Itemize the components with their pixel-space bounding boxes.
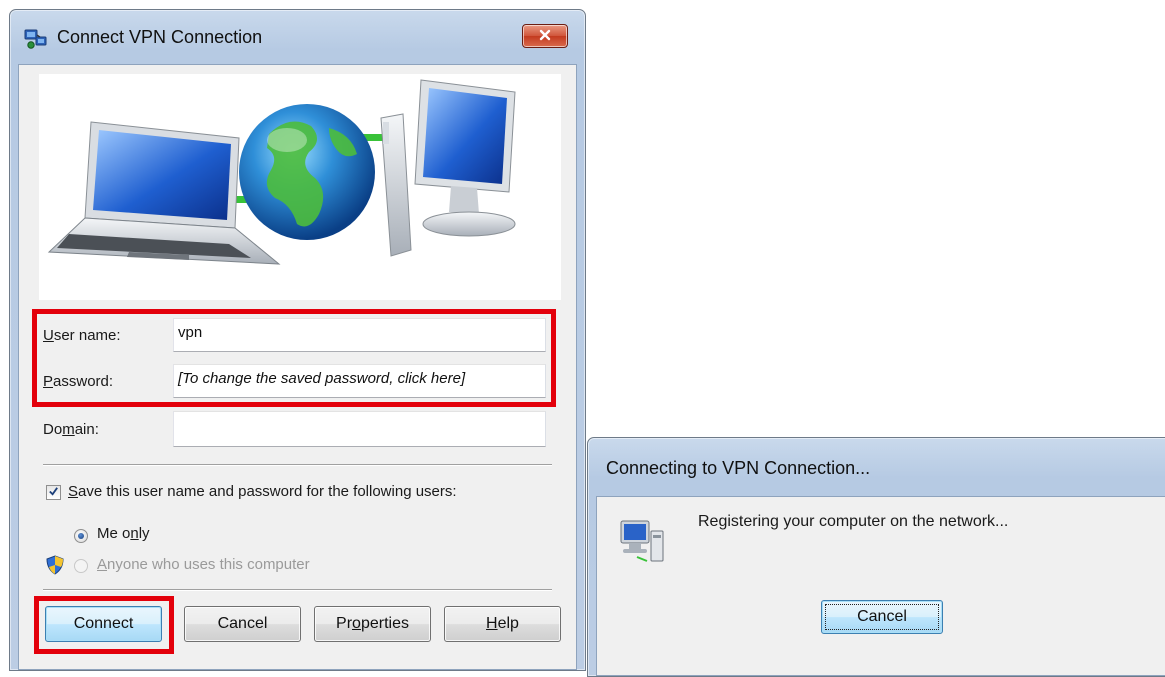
- close-icon: [539, 28, 551, 45]
- progress-dialog-title: Connecting to VPN Connection...: [606, 458, 871, 478]
- properties-button[interactable]: Pr o perties: [314, 606, 431, 642]
- domain-label: Domain:: [43, 421, 99, 438]
- progress-client-area: Registering your computer on the network…: [596, 496, 1165, 676]
- cancel-button[interactable]: Cancel: [184, 606, 301, 642]
- dialog-title: Connect VPN Connection: [57, 27, 263, 47]
- separator: [43, 464, 552, 466]
- title-bar[interactable]: Connect VPN Connection: [10, 10, 585, 64]
- save-credentials-checkbox[interactable]: [46, 485, 61, 500]
- connect-vpn-dialog: Connect VPN Connection User name: vpn Pa…: [9, 9, 586, 671]
- password-placeholder: [To change the saved password, click her…: [178, 370, 466, 387]
- network-illustration: [47, 79, 516, 265]
- close-button[interactable]: [522, 24, 568, 48]
- help-button[interactable]: Help: [444, 606, 561, 642]
- domain-field[interactable]: [173, 411, 546, 447]
- me-only-radio[interactable]: [74, 529, 88, 543]
- username-label: User name:: [43, 327, 121, 344]
- separator-bottom: [43, 589, 552, 591]
- progress-status-text: Registering your computer on the network…: [698, 513, 1009, 530]
- network-computer-icon: [617, 517, 669, 567]
- network-connection-icon: [23, 25, 49, 51]
- progress-title-bar[interactable]: Connecting to VPN Connection...: [588, 438, 1165, 496]
- vpn-banner-illustration: [39, 74, 561, 300]
- me-only-label[interactable]: Me only: [97, 525, 150, 542]
- checkmark-icon: [48, 484, 59, 501]
- password-label: Password:: [43, 373, 114, 390]
- anyone-radio[interactable]: [74, 559, 88, 573]
- username-value: vpn: [178, 324, 203, 341]
- progress-cancel-button[interactable]: Cancel: [821, 600, 943, 634]
- connecting-progress-dialog: Connecting to VPN Connection... Register…: [587, 437, 1165, 677]
- username-field[interactable]: vpn: [173, 318, 546, 352]
- anyone-label[interactable]: Anyone who uses this computer: [97, 556, 310, 573]
- password-field[interactable]: [To change the saved password, click her…: [173, 364, 546, 398]
- uac-shield-icon: [46, 555, 64, 575]
- save-credentials-label[interactable]: Save this user name and password for the…: [68, 483, 457, 500]
- dialog-client-area: User name: vpn Password: [To change the …: [18, 64, 577, 670]
- connect-button[interactable]: Connect: [45, 606, 162, 642]
